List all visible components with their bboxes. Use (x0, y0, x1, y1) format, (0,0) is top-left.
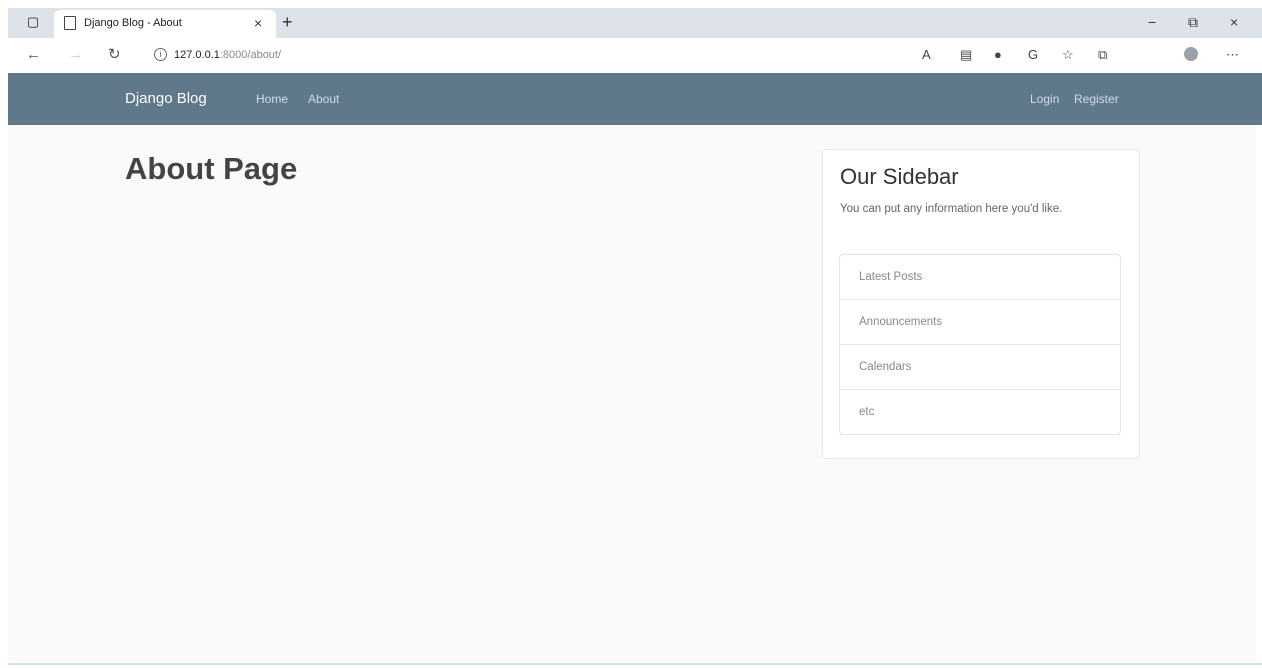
back-arrow-icon[interactable]: ← (26, 47, 41, 63)
nav-login-link[interactable]: Login (1030, 92, 1059, 106)
restore-button[interactable]: ⧉ (1188, 14, 1198, 31)
sidebar-item-announcements[interactable]: Announcements (840, 300, 1120, 345)
close-window-button[interactable]: × (1230, 14, 1238, 30)
window-icon[interactable]: ▢ (26, 15, 40, 29)
sidebar-description: You can put any information here you'd l… (840, 203, 1063, 215)
shield-icon[interactable]: G (1028, 47, 1038, 63)
sidebar-item-calendars[interactable]: Calendars (840, 345, 1120, 390)
refresh-icon[interactable]: ↻ (108, 47, 121, 63)
close-icon[interactable]: × (254, 15, 262, 31)
more-icon[interactable]: ⋯ (1226, 47, 1239, 63)
tab-title: Django Blog - About (84, 17, 182, 29)
extension-icon[interactable]: ● (994, 47, 1002, 63)
sidebar-item-etc[interactable]: etc (840, 390, 1120, 434)
plus-icon[interactable]: + (282, 12, 293, 32)
main-content: About Page Our Sidebar You can put any i… (8, 125, 1256, 663)
site-navbar: Django Blog Home About Login Register (8, 73, 1262, 125)
tab-strip: ▢ Django Blog - About × + − ⧉ × (8, 8, 1262, 38)
page-title: About Page (125, 151, 298, 186)
forward-arrow-icon[interactable]: → (68, 47, 83, 63)
reading-view-icon[interactable]: ▤ (960, 47, 972, 63)
sidebar-title: Our Sidebar (840, 164, 959, 189)
browser-tab[interactable]: Django Blog - About × (54, 10, 276, 38)
sidebar-card: Our Sidebar You can put any information … (822, 149, 1140, 459)
url-field[interactable]: 127.0.0.1:8000/about/ (174, 49, 281, 61)
star-icon[interactable]: ☆ (1062, 47, 1074, 63)
sidebar-list: Latest Posts Announcements Calendars etc (839, 254, 1121, 435)
address-bar-row: ← → ↻ i 127.0.0.1:8000/about/ A ▤ ● G ☆ … (8, 38, 1262, 73)
collections-icon[interactable]: ⧉ (1098, 47, 1107, 63)
nav-register-link[interactable]: Register (1074, 92, 1119, 106)
info-icon[interactable]: i (154, 48, 167, 61)
nav-home-link[interactable]: Home (256, 92, 288, 106)
nav-about-link[interactable]: About (308, 92, 339, 106)
minimize-button[interactable]: − (1148, 14, 1156, 30)
read-aloud-icon[interactable]: A (922, 47, 931, 63)
window-bottom-border (8, 663, 1262, 665)
page-icon (64, 16, 76, 30)
avatar[interactable] (1184, 47, 1198, 61)
browser-window: ▢ Django Blog - About × + − ⧉ × ← → ↻ i … (0, 0, 1262, 668)
sidebar-item-latest-posts[interactable]: Latest Posts (840, 255, 1120, 300)
brand-link[interactable]: Django Blog (125, 90, 207, 107)
